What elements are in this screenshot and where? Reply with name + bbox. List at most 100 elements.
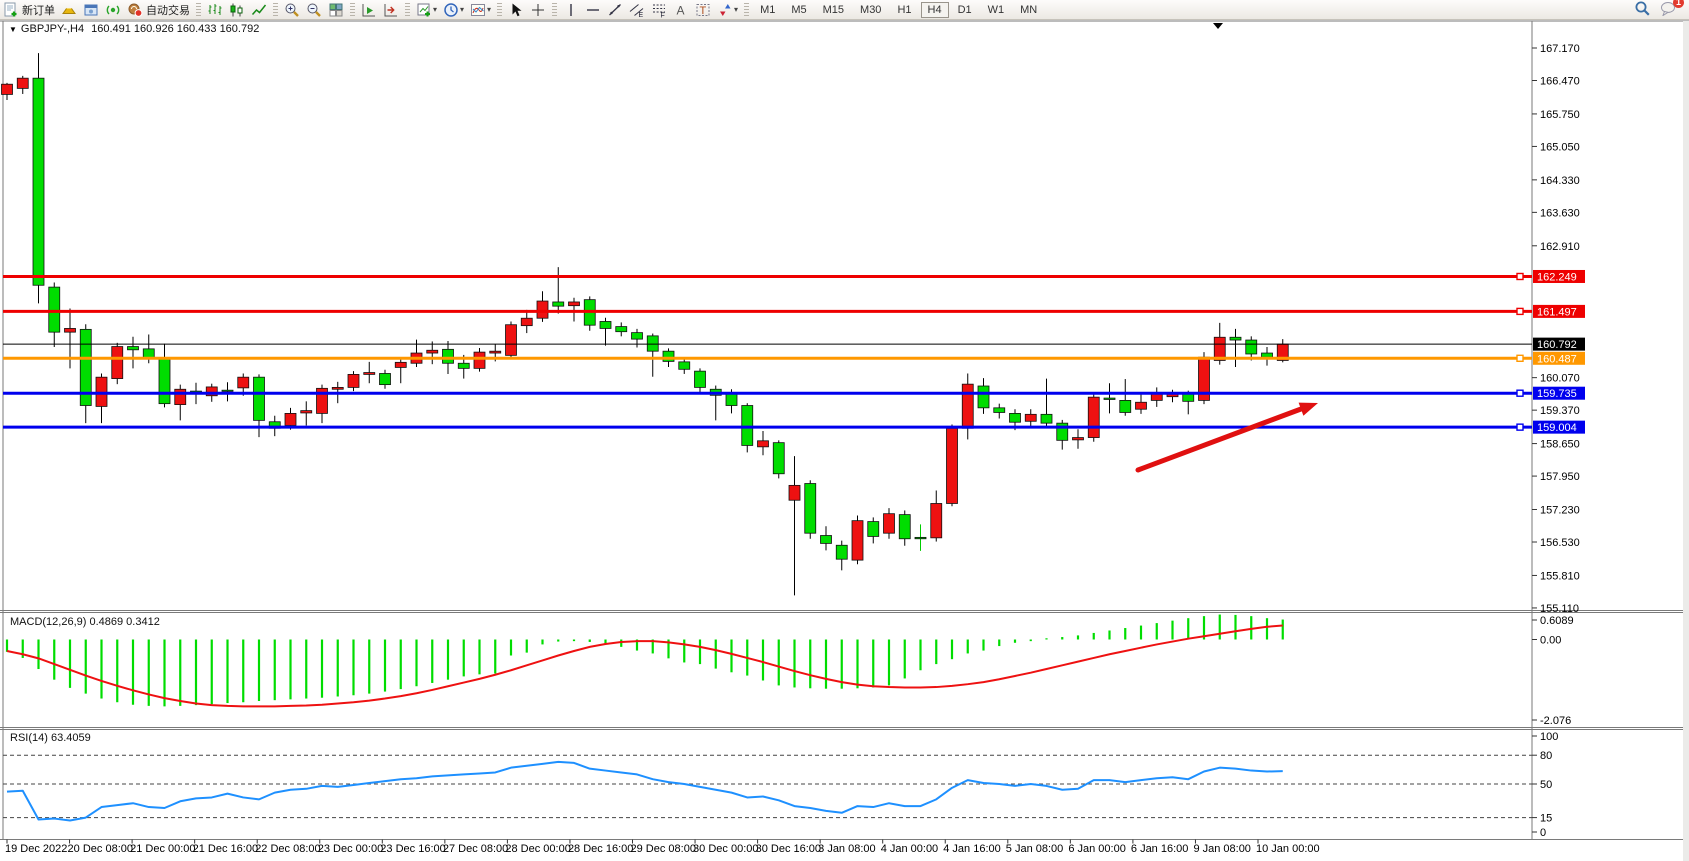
auto-scroll-button[interactable] xyxy=(359,1,379,18)
gold-profile-icon xyxy=(61,2,77,18)
signal-button[interactable] xyxy=(103,1,123,18)
clock-icon xyxy=(443,2,459,18)
new-order-button[interactable]: 新订单 xyxy=(1,1,57,18)
main-toolbar: 新订单 自动交易 ▾ ▾ ▾ E F A T ▾ M1 M5 M15 M30 H… xyxy=(0,0,1689,20)
zoom-in-icon xyxy=(284,2,300,18)
fibonacci-icon: F xyxy=(651,2,667,18)
tab-timeframe-m15[interactable]: M15 xyxy=(816,2,851,18)
svg-text:T: T xyxy=(700,5,707,17)
svg-text:3 Jan 08:00: 3 Jan 08:00 xyxy=(818,843,876,855)
tab-timeframe-mn[interactable]: MN xyxy=(1013,2,1044,18)
time-axis[interactable]: 19 Dec 202220 Dec 08:0021 Dec 00:0021 De… xyxy=(5,840,1320,856)
tab-timeframe-h1[interactable]: H1 xyxy=(890,2,918,18)
svg-text:22 Dec 08:00: 22 Dec 08:00 xyxy=(255,843,320,855)
rsi-value: 63.4059 xyxy=(51,732,91,744)
line-chart-icon xyxy=(251,2,267,18)
svg-text:10 Jan 00:00: 10 Jan 00:00 xyxy=(1256,843,1320,855)
bar-chart-button[interactable] xyxy=(205,1,225,18)
dropdown-caret-icon: ▾ xyxy=(433,5,437,14)
arrows-tool-button[interactable]: ▾ xyxy=(715,1,740,18)
svg-text:158.650: 158.650 xyxy=(1540,439,1580,451)
auto-trading-button[interactable]: 自动交易 xyxy=(125,1,192,18)
svg-text:15: 15 xyxy=(1540,813,1552,825)
tab-timeframe-m30[interactable]: M30 xyxy=(853,2,888,18)
indicators-icon xyxy=(470,2,486,18)
tile-windows-button[interactable] xyxy=(326,1,346,18)
text-label-icon: T xyxy=(695,2,711,18)
trendline-tool-button[interactable] xyxy=(605,1,625,18)
search-button[interactable] xyxy=(1634,0,1651,20)
svg-text:0: 0 xyxy=(1540,827,1546,839)
candlestick-chart-button[interactable] xyxy=(227,1,247,18)
channel-tool-button[interactable]: E xyxy=(627,1,647,18)
zoom-out-button[interactable] xyxy=(304,1,324,18)
tab-timeframe-h4[interactable]: H4 xyxy=(921,2,949,18)
chart-canvas[interactable]: 162.249161.497160.792160.487159.735159.0… xyxy=(0,0,1689,861)
tab-timeframe-m5[interactable]: M5 xyxy=(784,2,813,18)
horizontal-line-tool-button[interactable] xyxy=(583,1,603,18)
chart-shift-button[interactable] xyxy=(381,1,401,18)
crosshair-tool-button[interactable] xyxy=(528,1,548,18)
chart-title: ▼GBPJPY-,H4160.491 160.926 160.433 160.7… xyxy=(9,23,259,35)
svg-text:159.735: 159.735 xyxy=(1537,388,1577,400)
tab-timeframe-w1[interactable]: W1 xyxy=(981,2,1012,18)
svg-text:0.6089: 0.6089 xyxy=(1540,615,1574,627)
price-level-lines[interactable]: 162.249161.497160.792160.487159.735159.0… xyxy=(3,270,1585,434)
notifications-button[interactable]: 1 xyxy=(1660,1,1677,19)
svg-text:155.110: 155.110 xyxy=(1540,603,1579,615)
fibonacci-tool-button[interactable]: F xyxy=(649,1,669,18)
svg-text:28 Dec 16:00: 28 Dec 16:00 xyxy=(568,843,633,855)
chart-window: 162.249161.497160.792160.487159.735159.0… xyxy=(0,0,1689,861)
svg-text:30 Dec 16:00: 30 Dec 16:00 xyxy=(756,843,821,855)
line-chart-button[interactable] xyxy=(249,1,269,18)
notification-badge: 1 xyxy=(1673,0,1684,8)
tab-timeframe-m1[interactable]: M1 xyxy=(753,2,782,18)
toolbar-grip xyxy=(350,3,355,17)
vertical-line-tool-button[interactable] xyxy=(561,1,581,18)
svg-text:A: A xyxy=(677,3,685,17)
auto-scroll-icon xyxy=(361,2,377,18)
toolbar-grip xyxy=(273,3,278,17)
svg-text:157.230: 157.230 xyxy=(1540,505,1580,517)
text-tool-button[interactable]: A xyxy=(671,1,691,18)
svg-text:29 Dec 08:00: 29 Dec 08:00 xyxy=(631,843,696,855)
price-axis[interactable]: 167.170166.470165.750165.050164.330163.6… xyxy=(1532,43,1580,615)
svg-text:160.070: 160.070 xyxy=(1540,373,1580,385)
indicators-button[interactable]: ▾ xyxy=(468,1,493,18)
dropdown-caret-icon: ▾ xyxy=(734,5,738,14)
market-watch-button[interactable] xyxy=(81,1,101,18)
svg-text:5 Jan 08:00: 5 Jan 08:00 xyxy=(1006,843,1064,855)
svg-text:21 Dec 16:00: 21 Dec 16:00 xyxy=(193,843,258,855)
svg-text:160.792: 160.792 xyxy=(1537,339,1577,351)
chart-top-marker-icon xyxy=(1213,23,1223,29)
svg-text:28 Dec 00:00: 28 Dec 00:00 xyxy=(505,843,570,855)
macd-values: 0.4869 0.3412 xyxy=(89,616,159,628)
signal-icon xyxy=(105,2,121,18)
toolbar-grip xyxy=(497,3,502,17)
svg-text:E: E xyxy=(639,12,644,18)
svg-text:165.750: 165.750 xyxy=(1540,109,1580,121)
tile-windows-icon xyxy=(328,2,344,18)
svg-text:156.530: 156.530 xyxy=(1540,537,1580,549)
symbol-period: GBPJPY-,H4 xyxy=(21,23,84,35)
svg-text:19 Dec 2022: 19 Dec 2022 xyxy=(5,843,67,855)
zoom-in-button[interactable] xyxy=(282,1,302,18)
svg-text:9 Jan 08:00: 9 Jan 08:00 xyxy=(1193,843,1251,855)
symbol-dropdown-icon[interactable]: ▼ xyxy=(9,25,17,34)
cursor-tool-button[interactable] xyxy=(506,1,526,18)
text-label-tool-button[interactable]: T xyxy=(693,1,713,18)
svg-text:163.630: 163.630 xyxy=(1540,207,1580,219)
cursor-icon xyxy=(508,2,524,18)
svg-text:162.910: 162.910 xyxy=(1540,241,1580,253)
tab-timeframe-d1[interactable]: D1 xyxy=(951,2,979,18)
period-clock-button[interactable]: ▾ xyxy=(441,1,466,18)
new-chart-icon xyxy=(416,2,432,18)
pane-frames xyxy=(0,21,1689,861)
arrows-icon xyxy=(717,2,733,18)
new-chart-button[interactable]: ▾ xyxy=(414,1,439,18)
charts-profile-button[interactable] xyxy=(59,1,79,18)
svg-text:20 Dec 08:00: 20 Dec 08:00 xyxy=(68,843,133,855)
auto-trading-label: 自动交易 xyxy=(146,2,190,18)
svg-text:167.170: 167.170 xyxy=(1540,43,1580,55)
trend-arrow-annotation[interactable] xyxy=(1138,403,1318,470)
